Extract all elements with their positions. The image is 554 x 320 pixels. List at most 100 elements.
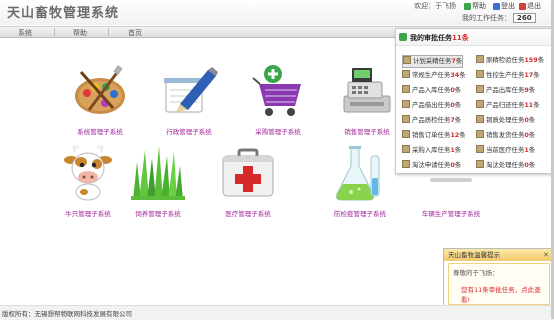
task-item[interactable]: 销售发货任务0条: [476, 130, 535, 141]
logout-link[interactable]: 登出: [493, 1, 515, 11]
task-icon: [402, 100, 410, 108]
task-count: 159: [524, 56, 538, 64]
task-item[interactable]: 销售订单任务12条: [402, 130, 466, 141]
task-unit: 条: [459, 131, 466, 139]
task-unit: 条: [533, 71, 540, 79]
task-item[interactable]: 产品归还任务11条: [476, 100, 540, 111]
task-label: 产品借出任务: [412, 101, 451, 109]
daily-task-info: 我的工作任务： 260: [462, 13, 536, 23]
module-label: 行政管理子系统: [166, 128, 212, 136]
logout-icon: [493, 2, 500, 10]
help-link[interactable]: 帮助: [464, 1, 486, 11]
task-label: 产品入库任务: [412, 86, 451, 94]
logout-label: 登出: [501, 2, 515, 10]
task-item[interactable]: 产品借出任务0条: [402, 100, 461, 111]
reminder-title: 天山畜牧温馨提示: [448, 251, 500, 259]
task-label: 性控生产任务: [486, 71, 525, 79]
task-panel-header: 我的审批任务11条: [396, 29, 552, 46]
nav-item-help[interactable]: 帮助: [73, 28, 87, 38]
reminder-message-link[interactable]: 您有11条审批任务，点此查看!: [461, 284, 549, 304]
cash-register-icon: [343, 68, 391, 113]
task-unit: 条: [528, 131, 536, 139]
palette-icon: [75, 65, 125, 114]
module-medical-management[interactable]: 医疗管理子系统: [206, 142, 290, 218]
reminder-body: 尊敬的于飞扬： 您有11条审批任务，点此查看!: [448, 263, 550, 305]
task-label: 销售订单任务: [412, 131, 451, 139]
task-count: 12: [450, 131, 460, 139]
nav-divider: [108, 28, 109, 36]
first-aid-kit-icon: [222, 148, 274, 197]
task-icon: [402, 160, 410, 168]
task-item[interactable]: 常规生产任务34条: [402, 70, 466, 81]
task-item[interactable]: 淘汰处理任务0条: [476, 160, 535, 171]
task-unit: 条: [459, 71, 466, 79]
module-quarantine-management[interactable]: 防检疫管理子系统: [318, 142, 402, 218]
task-item[interactable]: 当前医疗任务1条: [476, 145, 535, 156]
task-count: 34: [450, 71, 460, 79]
task-unit: 条: [537, 56, 545, 64]
task-item[interactable]: 产品出库任务9条: [476, 85, 535, 96]
module-admin-management[interactable]: 行政管理子系统: [147, 60, 231, 136]
task-unit: 条: [454, 161, 462, 169]
task-count: 17: [524, 71, 534, 79]
task-icon: [476, 55, 484, 63]
task-label: 常规生产任务: [412, 71, 451, 79]
nav-item-system[interactable]: 系统: [18, 28, 32, 38]
module-label: 采购管理子系统: [255, 128, 301, 136]
task-unit: 条: [454, 116, 462, 124]
exit-icon: [519, 2, 526, 10]
footer: 版权所有：无锡想帮物联网科技发展有限公司: [0, 305, 554, 320]
task-label: 产品质检任务: [412, 116, 451, 124]
task-icon: [402, 145, 410, 153]
module-feeding-management[interactable]: 饲养管理子系统: [116, 142, 200, 218]
reminder-title-bar: 天山畜牧温馨提示 ✕: [444, 249, 552, 261]
module-purchase-management[interactable]: 采购管理子系统: [236, 60, 320, 136]
task-label: 当前医疗任务: [486, 146, 525, 154]
module-label: 防检疫管理子系统: [334, 210, 386, 218]
daily-task-count[interactable]: 260: [513, 13, 536, 23]
nav-item-home[interactable]: 首页: [128, 28, 142, 38]
task-item[interactable]: 性控生产任务17条: [476, 70, 540, 81]
task-count: 11: [524, 101, 534, 109]
task-unit: 条: [454, 86, 462, 94]
task-icon: [402, 85, 410, 93]
task-item[interactable]: 原精检验任务159条: [476, 55, 544, 66]
task-icon: [403, 56, 411, 64]
pen-notepad-icon: [164, 67, 218, 113]
module-label: 系统管理子系统: [77, 128, 123, 136]
app-title: 天山畜牧管理系统: [7, 5, 120, 20]
daily-task-label: 我的工作任务：: [462, 14, 511, 22]
task-icon: [402, 130, 410, 138]
module-label: 车辆生产管理子系统: [421, 210, 481, 218]
exit-link[interactable]: 退出: [519, 1, 541, 11]
task-item[interactable]: 产品入库任务0条: [402, 85, 461, 96]
task-unit: 条: [455, 57, 463, 65]
task-icon: [402, 115, 410, 123]
task-item[interactable]: 计划采精任务7条: [402, 55, 464, 68]
task-item[interactable]: 采购入库任务1条: [402, 145, 461, 156]
task-label: 销售发货任务: [486, 131, 525, 139]
cow-icon: [64, 145, 112, 201]
task-item[interactable]: 产品质检任务7条: [402, 115, 461, 126]
task-label: 采购入库任务: [412, 146, 451, 154]
task-panel-title-count: 11条: [452, 34, 469, 42]
task-label: 淘汰申请任务: [412, 161, 451, 169]
task-unit: 条: [454, 146, 462, 154]
copyright-text: 版权所有：无锡想帮物联网科技发展有限公司: [2, 310, 132, 318]
grass-icon: [131, 146, 185, 200]
module-label: 医疗管理子系统: [225, 210, 271, 218]
task-icon: [476, 70, 484, 78]
close-icon[interactable]: ✕: [543, 249, 549, 261]
task-item[interactable]: 铜质处理任务0条: [476, 115, 535, 126]
module-system-management[interactable]: 系统管理子系统: [58, 60, 142, 136]
task-icon: [476, 160, 484, 168]
task-icon: [402, 70, 410, 78]
header-bar: 天山畜牧管理系统 欢迎：于飞扬 帮助 登出 退出 我的工作任务： 260: [0, 0, 554, 25]
help-icon: [464, 2, 471, 10]
task-item[interactable]: 淘汰申请任务0条: [402, 160, 461, 171]
task-icon: [476, 115, 484, 123]
task-label: 计划采精任务: [413, 57, 452, 65]
task-label: 淘汰处理任务: [486, 161, 525, 169]
task-icon: [476, 145, 484, 153]
lab-flask-icon: [336, 146, 380, 201]
